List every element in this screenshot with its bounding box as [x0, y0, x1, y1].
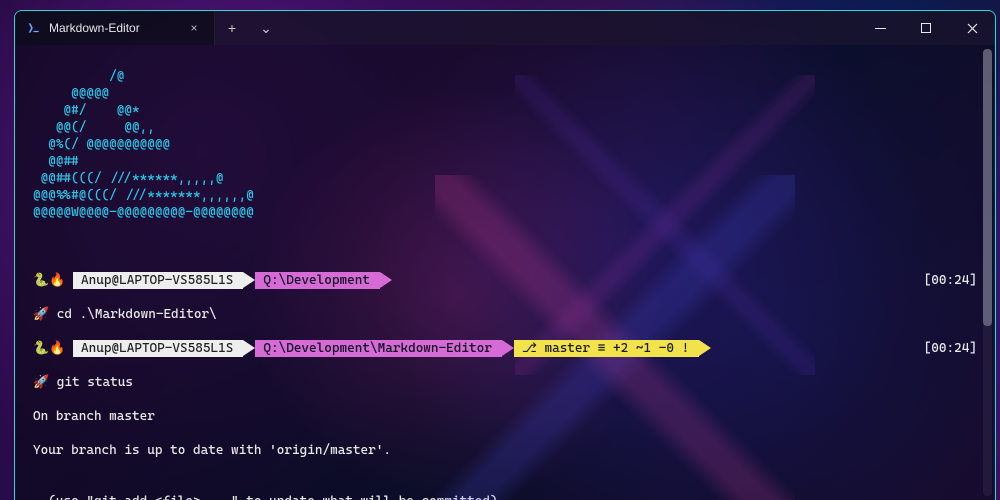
- close-tab-icon[interactable]: ×: [186, 21, 202, 35]
- maximize-button[interactable]: [903, 11, 949, 45]
- titlebar: Markdown-Editor × + ⌄: [15, 11, 995, 45]
- tab-title: Markdown-Editor: [49, 21, 178, 35]
- tab-active[interactable]: Markdown-Editor ×: [15, 11, 215, 45]
- titlebar-drag-region[interactable]: [283, 11, 857, 45]
- command-git-status: 🚀 git status: [33, 374, 985, 391]
- terminal-body[interactable]: /@ @@@@@ @#/ @@* @@(/ @@,, @%(/ @@@@@@@@…: [15, 45, 995, 500]
- output-line: On branch master: [33, 408, 985, 425]
- terminal-window: Markdown-Editor × + ⌄ /@ @@@@@ @#/ @@* @…: [14, 10, 996, 500]
- prompt-user-segment: Anup@LAPTOP-VS585L1S: [73, 340, 243, 357]
- prompt-time: [00:24]: [924, 272, 985, 289]
- output-line: (use "git add <file>... " to update what…: [33, 493, 985, 500]
- prompt-line-1: 🐍🔥 Anup@LAPTOP-VS585L1S Q:\Development [00…: [33, 272, 985, 289]
- desktop-wallpaper: Markdown-Editor × + ⌄ /@ @@@@@ @#/ @@* @…: [0, 0, 1000, 500]
- powershell-icon: [27, 21, 41, 35]
- prompt-path-segment: Q:\Development: [255, 272, 380, 289]
- tab-dropdown-button[interactable]: ⌄: [249, 11, 283, 45]
- command-cd: 🚀 cd .\Markdown-Editor\: [33, 306, 985, 323]
- minimize-button[interactable]: [857, 11, 903, 45]
- prompt-emoji-icon: 🐍🔥: [33, 272, 73, 289]
- prompt-path-segment: Q:\Development\Markdown-Editor: [255, 340, 502, 357]
- prompt-git-branch-segment: ⎇ master ≡ +2 ~1 -0 !: [514, 340, 699, 357]
- scroll-thumb[interactable]: [983, 49, 992, 326]
- close-window-button[interactable]: [949, 11, 995, 45]
- output-line: Your branch is up to date with 'origin/m…: [33, 442, 985, 459]
- scrollbar-vertical[interactable]: [983, 49, 992, 496]
- prompt-emoji-icon: 🐍🔥: [33, 340, 73, 357]
- prompt-line-2: 🐍🔥 Anup@LAPTOP-VS585L1S Q:\Development\Ma…: [33, 340, 985, 357]
- blank-line: [33, 238, 985, 255]
- prompt-time: [00:24]: [924, 340, 985, 357]
- ascii-art: /@ @@@@@ @#/ @@* @@(/ @@,, @%(/ @@@@@@@@…: [33, 68, 985, 221]
- prompt-user-segment: Anup@LAPTOP-VS585L1S: [73, 272, 243, 289]
- new-tab-button[interactable]: +: [215, 11, 249, 45]
